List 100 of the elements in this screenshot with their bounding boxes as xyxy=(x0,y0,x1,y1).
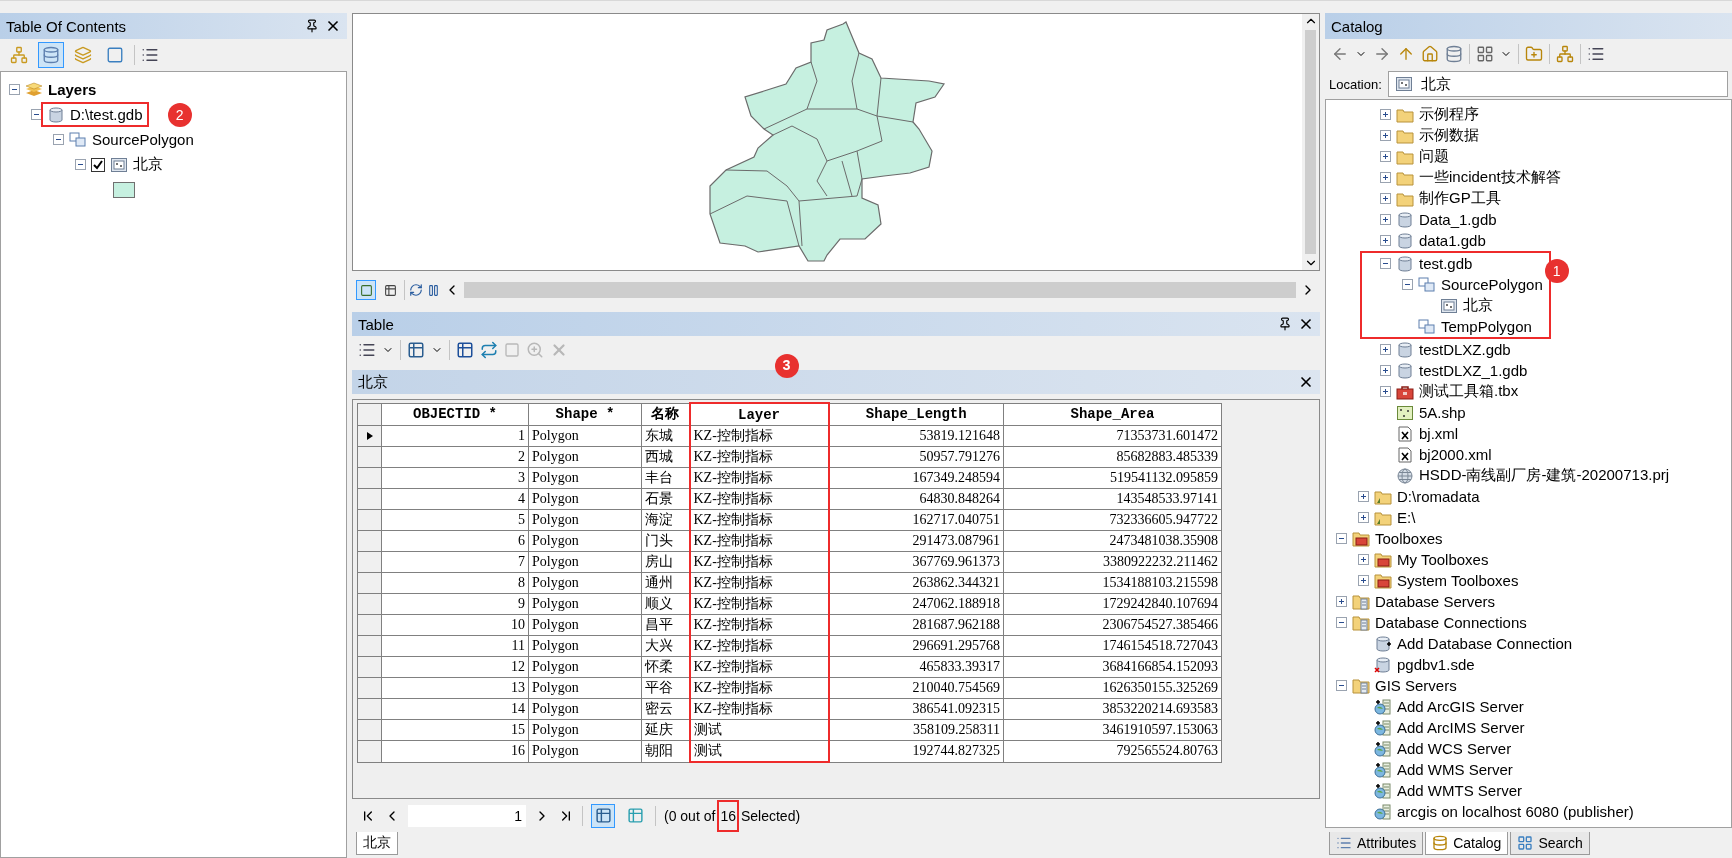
related-tables-icon[interactable] xyxy=(407,341,425,359)
up-icon[interactable] xyxy=(1397,45,1415,63)
tree-item[interactable]: testDLXZ.gdb xyxy=(1419,341,1511,358)
tree-item[interactable]: HSDD-南线副厂房-建筑-20200713.prj xyxy=(1419,466,1670,485)
tree-toggle[interactable] xyxy=(1380,151,1391,162)
tree-item[interactable]: SourcePolygon xyxy=(1441,276,1543,293)
tree-item[interactable]: arcgis on localhost 6080 (publisher) xyxy=(1397,803,1634,820)
tree-item[interactable]: bj2000.xml xyxy=(1419,446,1492,463)
pin-icon[interactable] xyxy=(305,19,319,33)
tree-toggle[interactable] xyxy=(1380,172,1391,183)
tree-toggle[interactable] xyxy=(1358,554,1369,565)
close-icon[interactable] xyxy=(1298,374,1314,390)
options-icon[interactable] xyxy=(1587,45,1605,63)
column-header[interactable]: Shape * xyxy=(528,403,642,426)
select-by-attributes-icon[interactable] xyxy=(456,341,474,359)
tree-toggle[interactable] xyxy=(31,109,42,120)
pin-icon[interactable] xyxy=(1278,317,1292,331)
tree-toggle[interactable] xyxy=(9,84,20,95)
close-icon[interactable] xyxy=(1298,316,1314,332)
tree-item[interactable]: My Toolboxes xyxy=(1397,551,1489,568)
tree-item[interactable]: 北京 xyxy=(1463,296,1493,315)
tree-toggle[interactable] xyxy=(53,134,64,145)
tree-item[interactable]: 示例数据 xyxy=(1419,126,1479,145)
tree-item[interactable]: Layers xyxy=(48,81,97,98)
tree-item[interactable]: Database Servers xyxy=(1375,593,1496,610)
tree-toggle[interactable] xyxy=(1380,214,1391,225)
tree-item[interactable]: Add WCS Server xyxy=(1397,740,1512,757)
column-header[interactable]: OBJECTID * xyxy=(381,403,529,426)
tree-toggle[interactable] xyxy=(1336,596,1347,607)
record-field[interactable]: 1 xyxy=(408,804,526,827)
tree-toggle[interactable] xyxy=(1380,365,1391,376)
tree-toggle[interactable] xyxy=(1336,680,1347,691)
layer-checkbox[interactable] xyxy=(91,157,105,172)
tree-toggle[interactable] xyxy=(1358,491,1369,502)
tree-toggle[interactable] xyxy=(1380,235,1391,246)
tree-item[interactable]: 北京 xyxy=(133,155,163,174)
tree-item[interactable]: pgdbv1.sde xyxy=(1397,656,1475,673)
tree-item[interactable]: 一些incident技术解答 xyxy=(1419,168,1561,187)
view-icon[interactable] xyxy=(1476,45,1494,63)
tree-item[interactable]: bj.xml xyxy=(1419,425,1459,442)
close-icon[interactable] xyxy=(325,18,341,34)
table-options-icon[interactable] xyxy=(358,341,376,359)
tree-toggle[interactable] xyxy=(1380,109,1391,120)
options-icon[interactable] xyxy=(141,46,159,64)
scrollbar[interactable] xyxy=(1302,14,1319,270)
tree-item[interactable]: data1.gdb xyxy=(1419,232,1486,249)
column-header[interactable]: 名称 xyxy=(641,403,690,426)
tree-item[interactable]: 5A.shp xyxy=(1419,404,1466,421)
tree-item[interactable]: TempPolygon xyxy=(1441,318,1532,335)
tree-item[interactable]: E:\ xyxy=(1397,509,1416,526)
location-input[interactable]: 北京 xyxy=(1418,74,1721,94)
row-selector[interactable] xyxy=(357,425,382,447)
forward-icon[interactable] xyxy=(1373,45,1391,63)
home-icon[interactable] xyxy=(1421,45,1439,63)
switch-selection-icon[interactable] xyxy=(480,341,498,359)
database-icon[interactable] xyxy=(1445,45,1463,63)
tree-toggle[interactable] xyxy=(1336,617,1347,628)
location-field[interactable]: 北京 xyxy=(1387,71,1728,97)
tree-item[interactable]: D:\romadata xyxy=(1397,488,1480,505)
tree-item[interactable]: test.gdb xyxy=(1419,255,1473,272)
tree-toggle[interactable] xyxy=(75,159,86,170)
tree-item[interactable]: SourcePolygon xyxy=(92,131,194,148)
tree-item[interactable]: Add ArcIMS Server xyxy=(1397,719,1525,736)
tree-item[interactable]: Add WMS Server xyxy=(1397,761,1513,778)
tree-item[interactable]: System Toolboxes xyxy=(1397,572,1519,589)
tree-toggle[interactable] xyxy=(1380,130,1391,141)
panel-tab[interactable]: Search xyxy=(1510,832,1590,855)
panel-tab[interactable]: Catalog xyxy=(1425,832,1509,855)
tree-item[interactable]: D:\test.gdb xyxy=(70,106,143,123)
tree-item[interactable]: 示例程序 xyxy=(1419,105,1479,124)
tree-view-icon[interactable] xyxy=(1556,45,1574,63)
column-header[interactable]: Shape_Area xyxy=(1003,403,1222,426)
tree-toggle[interactable] xyxy=(1380,344,1391,355)
panel-tab[interactable]: Attributes xyxy=(1329,832,1424,855)
column-header[interactable]: Shape_Length xyxy=(828,403,1004,426)
view-button[interactable] xyxy=(356,280,376,300)
tree-toggle[interactable] xyxy=(1358,575,1369,586)
tree-item[interactable]: GIS Servers xyxy=(1375,677,1457,694)
layer-tab[interactable]: 北京 xyxy=(356,832,398,855)
tree-toggle[interactable] xyxy=(1358,512,1369,523)
tree-item[interactable]: Data_1.gdb xyxy=(1419,211,1497,228)
refresh-icon[interactable] xyxy=(409,283,423,297)
tree-item[interactable]: 问题 xyxy=(1419,147,1449,166)
tree-item[interactable]: Add ArcGIS Server xyxy=(1397,698,1524,715)
back-icon[interactable] xyxy=(1331,45,1349,63)
view-mode-button[interactable] xyxy=(38,42,64,68)
tree-item[interactable]: 测试工具箱.tbx xyxy=(1419,382,1519,401)
tree-toggle[interactable] xyxy=(1402,279,1413,290)
tree-toggle[interactable] xyxy=(1380,258,1391,269)
tree-toggle[interactable] xyxy=(1380,193,1391,204)
records-view-button[interactable] xyxy=(591,803,615,828)
tree-item[interactable]: 制作GP工具 xyxy=(1419,189,1501,208)
pause-icon[interactable] xyxy=(427,283,440,297)
tree-toggle[interactable] xyxy=(1336,533,1347,544)
tree-item[interactable]: Database Connections xyxy=(1375,614,1527,631)
tree-item[interactable]: Toolboxes xyxy=(1375,530,1443,547)
tree-item[interactable]: testDLXZ_1.gdb xyxy=(1419,362,1528,379)
tree-item[interactable]: Add Database Connection xyxy=(1397,635,1573,652)
tree-toggle[interactable] xyxy=(1380,386,1391,397)
tree-item[interactable]: Add WMTS Server xyxy=(1397,782,1523,799)
